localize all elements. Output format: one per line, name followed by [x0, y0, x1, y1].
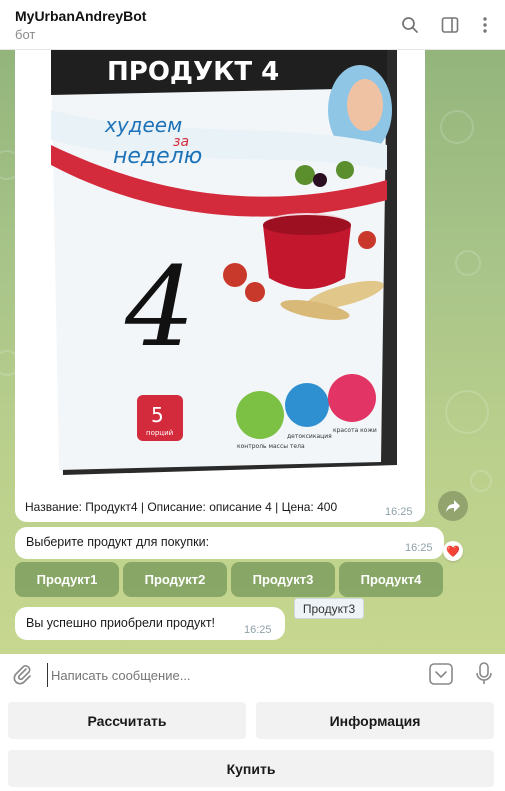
message-text: Выберите продукт для покупки: [26, 535, 210, 549]
background-doodle [445, 390, 489, 434]
product-photo[interactable]: худеем за неделю ПРОДУКТ 4 4 5 порций ко… [15, 50, 425, 490]
reaction-emoji: ❤️ [446, 545, 460, 558]
more-vertical-icon[interactable] [474, 14, 496, 36]
portions-label: порций [146, 429, 173, 437]
calculate-button[interactable]: Рассчитать [8, 702, 246, 739]
portions-number: 5 [151, 403, 164, 427]
message-time: 16:25 [244, 624, 272, 636]
product-photo-message[interactable]: худеем за неделю ПРОДУКТ 4 4 5 порций ко… [15, 50, 425, 522]
purchase-success-message[interactable]: Вы успешно приобрели продукт! 16:25 [15, 607, 285, 640]
search-icon[interactable] [399, 14, 421, 36]
sidebar-toggle-icon[interactable] [439, 14, 461, 36]
inline-button-product1[interactable]: Продукт1 [15, 562, 119, 597]
message-time: 16:25 [385, 506, 413, 518]
background-doodle [440, 110, 474, 144]
product-caption: Название: Продукт4 | Описание: описание … [25, 500, 338, 514]
background-doodle [470, 470, 492, 492]
slogan-line3: неделю [113, 144, 202, 169]
inline-button-product2[interactable]: Продукт2 [123, 562, 227, 597]
message-input[interactable] [47, 663, 423, 687]
choose-product-message[interactable]: Выберите продукт для покупки: 16:25 [15, 527, 444, 559]
info-button[interactable]: Информация [256, 702, 494, 739]
paperclip-icon[interactable] [11, 663, 33, 690]
package-title: ПРОДУКТ 4 [107, 57, 279, 87]
heart-reaction-icon[interactable]: ❤️ [443, 541, 463, 561]
microphone-icon[interactable] [475, 662, 493, 691]
slogan-line1: худеем [104, 113, 182, 137]
keyboard-toggle-icon[interactable] [429, 663, 453, 690]
chat-title[interactable]: MyUrbanAndreyBot [15, 8, 146, 24]
buy-button[interactable]: Купить [8, 750, 494, 787]
message-text: Вы успешно приобрели продукт! [26, 616, 216, 630]
message-time: 16:25 [405, 542, 433, 554]
hover-tooltip: Продукт3 [294, 598, 364, 619]
feature-detox: детоксикация [287, 433, 332, 440]
inline-button-product3[interactable]: Продукт3 [231, 562, 335, 597]
feature-skin: красота кожи [333, 427, 377, 434]
message-input-bar [0, 654, 505, 694]
inline-button-product4[interactable]: Продукт4 [339, 562, 443, 597]
share-icon[interactable] [438, 491, 468, 521]
chat-area[interactable]: худеем за неделю ПРОДУКТ 4 4 5 порций ко… [0, 50, 505, 654]
package-big-number: 4 [124, 243, 195, 371]
feature-weight-control: контроль массы тела [237, 443, 305, 450]
chat-subtitle: бот [15, 27, 36, 42]
background-doodle [455, 250, 481, 276]
reply-keyboard: Рассчитать Информация Купить [0, 694, 505, 791]
chat-header: MyUrbanAndreyBot бот [0, 0, 505, 50]
